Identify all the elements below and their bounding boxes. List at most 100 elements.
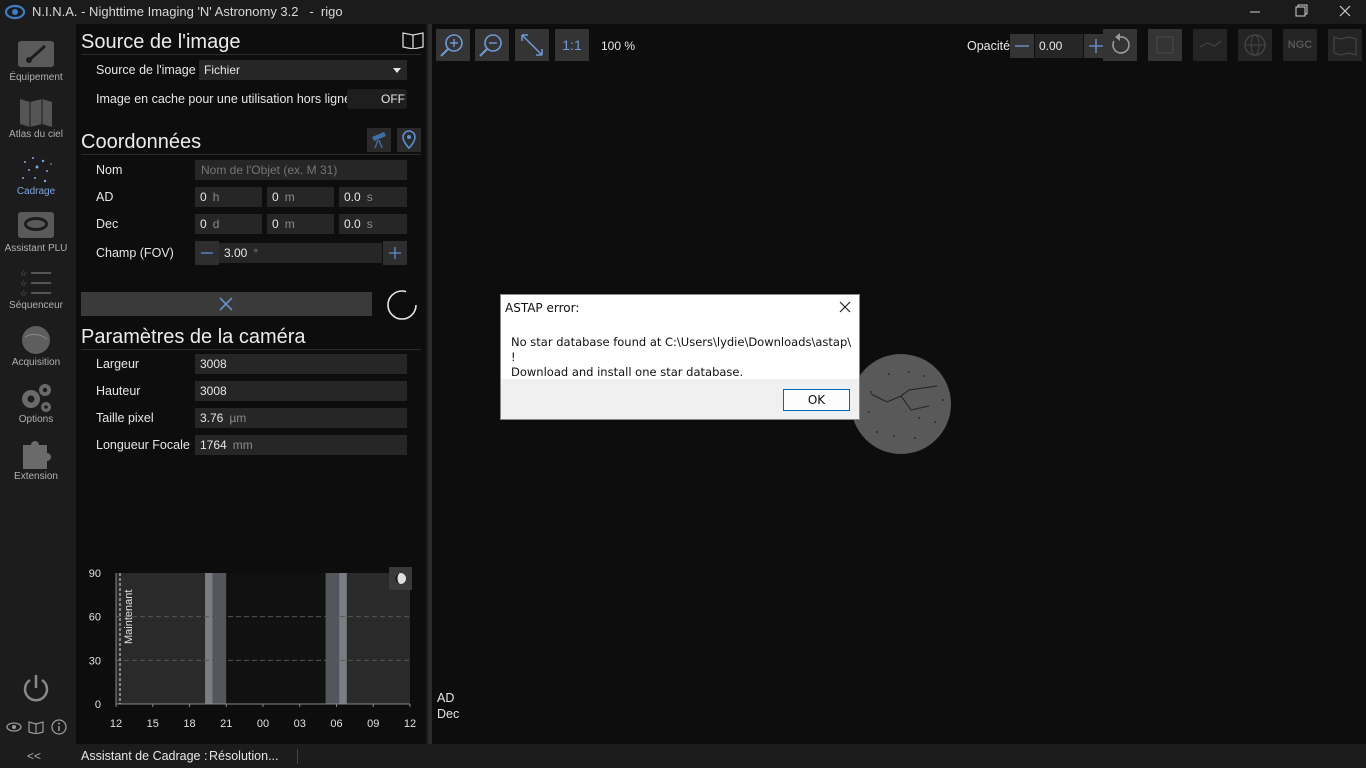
sky-placeholder-icon xyxy=(851,354,951,454)
width-input[interactable]: 3008 xyxy=(195,354,407,374)
grid-button[interactable] xyxy=(1238,29,1272,61)
focal-length-unit: mm xyxy=(232,438,253,452)
annotate-button[interactable] xyxy=(1148,29,1182,61)
height-value: 3008 xyxy=(200,384,227,398)
svg-text:☆: ☆ xyxy=(20,269,27,278)
ra-hours-input[interactable]: 0h xyxy=(195,187,262,207)
fov-decrement-button[interactable] xyxy=(195,241,219,265)
imaging-icon xyxy=(22,326,50,354)
nav-label-flat-wizard: Assistant PLU xyxy=(4,243,68,254)
width-value: 3008 xyxy=(200,357,227,371)
constellation-lines-button[interactable] xyxy=(1193,29,1227,61)
civil-twilight-band xyxy=(339,573,347,704)
close-icon xyxy=(219,297,233,311)
zoom-in-button[interactable] xyxy=(436,29,470,61)
fov-unit: ° xyxy=(253,246,259,260)
cancel-load-image-button[interactable] xyxy=(81,292,372,316)
nav-item-flat-wizard[interactable]: Assistant PLU xyxy=(0,209,72,266)
moon-toggle-button[interactable] xyxy=(389,567,412,590)
map-pin-icon xyxy=(402,130,416,150)
location-coordinates-button[interactable] xyxy=(397,128,421,152)
ra-seconds-unit: s xyxy=(366,190,373,204)
zoom-in-icon xyxy=(440,34,463,57)
x-tick-label: 09 xyxy=(367,718,379,730)
plus-icon xyxy=(389,247,401,259)
collapse-nav-button[interactable]: << xyxy=(27,749,41,763)
width-label: Largeur xyxy=(96,357,140,371)
ra-minutes-input[interactable]: 0m xyxy=(267,187,334,207)
actual-size-button[interactable]: 1:1 xyxy=(555,29,589,61)
ra-minutes-unit: m xyxy=(284,190,295,204)
maximize-button[interactable] xyxy=(1278,0,1324,24)
dec-minutes-input[interactable]: 0m xyxy=(267,214,334,234)
svg-text:☆: ☆ xyxy=(20,279,27,288)
focal-length-value: 1764 xyxy=(200,438,227,452)
telescope-coordinates-button[interactable] xyxy=(367,128,391,152)
nav-label-plugins: Extension xyxy=(14,471,58,482)
minimize-button[interactable] xyxy=(1232,0,1278,24)
dialog-message-line-2: Download and install one star database. xyxy=(511,365,744,379)
cache-toggle[interactable]: OFF xyxy=(347,89,407,109)
ngc-button[interactable]: NGC xyxy=(1283,29,1317,61)
nav-item-equipment[interactable]: Équipement xyxy=(0,38,72,95)
minus-icon xyxy=(1015,45,1029,47)
dec-degrees-input[interactable]: 0d xyxy=(195,214,262,234)
height-input[interactable]: 3008 xyxy=(195,381,407,401)
eye-icon[interactable] xyxy=(6,720,22,734)
x-tick-label: 21 xyxy=(220,718,232,730)
dec-seconds-input[interactable]: 0.0 s xyxy=(339,214,407,234)
ra-seconds-input[interactable]: 0.0 s xyxy=(339,187,407,207)
y-tick-label: 0 xyxy=(95,699,101,711)
coordinates-heading: Coordonnées xyxy=(81,131,202,153)
pixel-size-input[interactable]: 3.76 µm xyxy=(195,408,407,428)
pixel-size-label: Taille pixel xyxy=(96,411,154,425)
book-icon[interactable] xyxy=(28,720,44,734)
x-tick-label: 12 xyxy=(110,718,122,730)
nav-label-imaging: Acquisition xyxy=(11,357,61,368)
ra-readout-label: AD xyxy=(437,691,455,705)
nav-item-imaging[interactable]: Acquisition xyxy=(0,323,72,380)
power-icon[interactable] xyxy=(20,672,52,704)
x-tick-label: 06 xyxy=(330,718,342,730)
image-source-select[interactable]: Fichier xyxy=(199,60,407,80)
map-button[interactable] xyxy=(1328,29,1362,61)
nav-label-options: Options xyxy=(18,414,54,425)
rotate-button[interactable] xyxy=(1103,29,1137,61)
focal-length-input[interactable]: 1764 mm xyxy=(195,435,407,455)
restore-icon xyxy=(1295,4,1308,17)
heading-divider xyxy=(81,154,421,155)
rotate-icon xyxy=(1112,33,1130,54)
fit-to-screen-button[interactable] xyxy=(515,29,549,61)
opacity-input[interactable]: 0.00 xyxy=(1035,34,1083,58)
nav-label-equipment: Équipement xyxy=(9,72,63,83)
zoom-out-button[interactable] xyxy=(475,29,509,61)
opacity-decrement-button[interactable] xyxy=(1010,34,1034,58)
y-tick-label: 90 xyxy=(89,568,101,580)
pixel-size-unit: µm xyxy=(229,411,247,425)
nav-label-sequencer: Séquenceur xyxy=(9,300,63,311)
nav-item-framing[interactable]: Cadrage xyxy=(0,152,72,209)
nav-item-options[interactable]: Options xyxy=(0,380,72,437)
fov-increment-button[interactable] xyxy=(383,241,407,265)
close-icon[interactable] xyxy=(837,299,853,315)
close-window-button[interactable] xyxy=(1322,0,1366,24)
info-icon[interactable] xyxy=(51,719,67,735)
fov-input[interactable]: 3.00 ° xyxy=(219,243,382,263)
nav-item-sky-atlas[interactable]: Atlas du ciel xyxy=(0,95,72,152)
object-name-input[interactable] xyxy=(195,160,407,180)
cache-toggle-state: OFF xyxy=(381,92,405,106)
nav-item-plugins[interactable]: Extension xyxy=(0,437,72,494)
book-icon[interactable] xyxy=(402,31,424,49)
nav-item-sequencer[interactable]: ☆ ☆ ☆ Séquenceur xyxy=(0,266,72,323)
dec-seconds-value: 0.0 xyxy=(344,217,361,231)
ok-button[interactable]: OK xyxy=(783,389,850,411)
pixel-size-value: 3.76 xyxy=(200,411,224,425)
nautical-twilight-band xyxy=(325,573,340,704)
svg-text:☆: ☆ xyxy=(20,289,27,298)
gear-icon xyxy=(22,384,51,412)
y-tick-label: 60 xyxy=(89,612,101,624)
heading-divider xyxy=(81,54,421,55)
fov-value: 3.00 xyxy=(224,246,248,260)
status-value: Résolution... xyxy=(209,749,279,763)
framing-icon xyxy=(22,157,52,183)
